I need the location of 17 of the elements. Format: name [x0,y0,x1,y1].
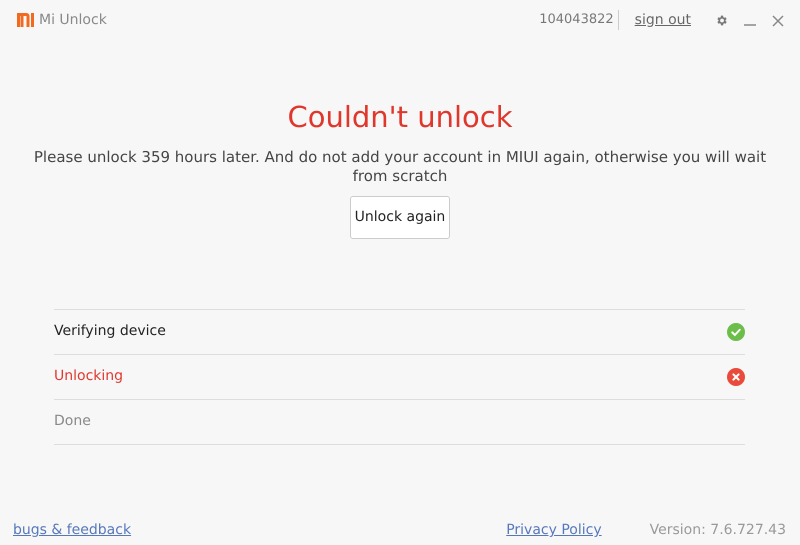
unlock-again-button[interactable]: Unlock again [350,196,450,238]
check-icon [727,322,745,340]
step-label: Verifying device [54,322,166,341]
error-icon [727,368,745,386]
result-message: Please unlock 359 hours later. And do not add your account in MIUI again, otherwise you will wait from scratch [32,148,768,186]
result-title: Couldn't unlock [286,99,514,136]
settings-icon[interactable] [715,14,728,28]
logo-icon [17,13,35,27]
sign-out-link[interactable]: sign out [634,10,691,30]
step-label: Unlocking [54,367,124,386]
step-label: Done [54,412,91,431]
version-text: Version: 7.6.727.43 [650,521,786,540]
account-id: 104043822 [539,10,619,30]
privacy-policy-link[interactable]: Privacy Policy [506,520,602,541]
feedback-link[interactable]: bugs & feedback [13,520,132,541]
app-title: Mi Unlock [39,10,107,30]
close-icon[interactable] [772,14,784,27]
